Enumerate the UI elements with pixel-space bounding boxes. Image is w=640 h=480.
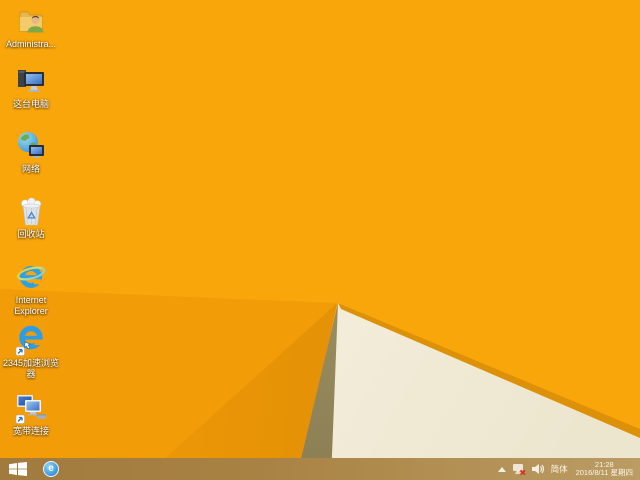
windows-logo-icon [9,462,27,476]
desktop-icon-label: 回收站 [17,229,45,239]
desktop-icon-label: 宽带连接 [12,426,49,436]
broadband-connection-icon [14,391,48,425]
desktop-icon-label: Administra... [5,39,56,49]
desktop-screen: Administra... 这台电脑 网络 回收站 Internet Explo… [0,0,640,480]
desktop-icon-label: Internet Explorer [14,295,48,316]
system-tray: 简体 21:28 2016/8/11 星期四 [497,458,640,480]
desktop-icon-label: 2345加速浏览器 [2,358,60,379]
globe-network-icon [14,129,48,163]
computer-icon [14,64,48,98]
recycle-bin-icon [14,194,48,228]
internet-explorer-icon [14,260,48,294]
show-hidden-icons-button[interactable] [497,466,506,472]
desktop-icon-label: 这台电脑 [12,99,49,109]
taskbar-clock[interactable]: 21:28 2016/8/11 星期四 [574,460,633,478]
taskbar-pinned-browser[interactable]: e [36,458,66,480]
desktop-icon-this-pc[interactable]: 这台电脑 [2,64,60,124]
network-disconnected-icon [512,463,526,475]
input-method-indicator[interactable]: 简体 [551,463,568,475]
desktop-icon-internet-explorer[interactable]: Internet Explorer [2,260,60,320]
desktop-icon-network[interactable]: 网络 [2,129,60,189]
taskbar: e 简体 21:28 2016/8/11 星期四 [0,458,640,480]
start-button[interactable] [0,458,36,480]
chevron-up-icon [497,466,506,472]
desktop-icon-administrator[interactable]: Administra... [2,4,60,64]
desktop-icon-broadband[interactable]: 宽带连接 [2,391,60,451]
browser-e-icon: e [43,461,59,477]
speaker-icon [531,464,544,474]
desktop-icon-label: 网络 [21,164,40,174]
desktop-icon-2345-browser[interactable]: 2345加速浏览器 [2,323,60,383]
user-folder-icon [14,4,48,38]
desktop-icon-recycle-bin[interactable]: 回收站 [2,194,60,254]
2345-browser-icon [14,323,48,357]
network-status-button[interactable] [512,463,526,476]
clock-date: 2016/8/11 星期四 [575,468,633,477]
volume-button[interactable] [531,463,545,475]
